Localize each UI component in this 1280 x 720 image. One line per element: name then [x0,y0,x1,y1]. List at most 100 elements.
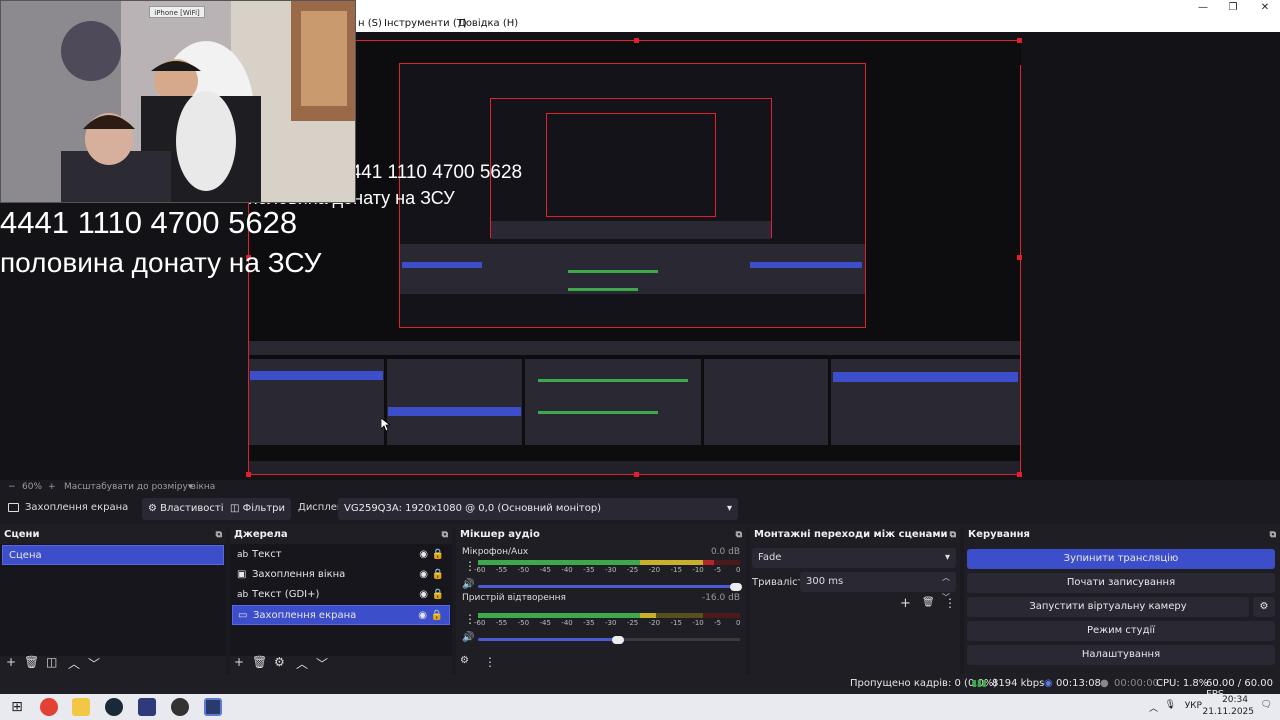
app-icon[interactable] [138,698,156,716]
meter-scale-label: -30 [605,619,617,627]
gear-icon[interactable]: ⚙ [274,655,285,669]
clock-date[interactable]: 21.11.2025 [1202,707,1254,717]
sources-list[interactable]: ab Текст ◉ 🔒 ▣ Захоплення вікна ◉ 🔒 ab Т… [230,544,452,656]
scenes-list[interactable]: Сцена [0,544,226,656]
steam-icon[interactable] [105,698,123,716]
notification-icon[interactable]: 🗨 [1261,700,1272,710]
meter-scale-label: -50 [517,566,530,574]
add-transition-icon[interactable]: + [900,596,911,611]
lock-icon[interactable]: 🔒 [432,545,444,565]
volume-slider-thumb[interactable] [730,583,742,591]
speaker-icon[interactable]: 🔊 [462,579,474,590]
more-icon[interactable]: ⋮ [944,596,956,610]
eye-icon[interactable]: ◉ [419,545,428,565]
source-toolbar: Захоплення екрана ⚙ Властивості ◫ Фільтр… [0,494,1280,524]
stop-stream-button[interactable]: Зупинити трансляцію [967,549,1275,569]
cursor-icon [381,418,391,432]
menu-item-scenes[interactable]: н (S) [358,18,382,29]
volume-slider-track[interactable] [622,638,740,641]
undock-icon[interactable]: ⧉ [1270,528,1276,542]
filter-icon: ◫ [230,503,240,514]
eye-icon[interactable]: ◉ [419,565,428,585]
trash-icon[interactable]: 🗑 [252,655,267,669]
channel-menu-icon[interactable]: ⋮ [464,559,476,573]
source-item-screen[interactable]: ▭ Захоплення екрана ◉ 🔒 [232,605,450,625]
filter-icon[interactable]: ◫ [46,655,57,669]
trash-icon[interactable]: 🗑 [24,655,39,669]
selected-source-name: Захоплення екрана [25,502,129,513]
lock-icon[interactable]: 🔒 [431,606,443,626]
move-up-icon[interactable]: ︿ [296,655,308,672]
eye-icon[interactable]: ◉ [418,606,427,626]
duration-input[interactable]: 300 ms ︿ ﹀ [800,572,956,602]
meter-level [478,613,641,618]
transition-select[interactable]: Fade ▾ [752,548,956,568]
undock-icon[interactable]: ⧉ [950,528,956,542]
clock-time[interactable]: 20:34 [1222,695,1248,705]
undock-icon[interactable]: ⧉ [736,528,742,542]
lock-icon[interactable]: 🔒 [432,585,444,605]
meter-level [703,560,714,565]
filters-button[interactable]: ◫ Фільтри [224,498,291,520]
start-virtual-camera-button[interactable]: Запустити віртуальну камеру [967,597,1249,617]
volume-slider-thumb[interactable] [612,636,625,644]
source-item-gdi-text[interactable]: ab Текст (GDI+) ◉ 🔒 [232,585,450,605]
meter-scale-label: 0 [736,566,741,574]
source-item-text[interactable]: ab Текст ◉ 🔒 [232,545,450,565]
channel-menu-icon[interactable]: ⋮ [464,612,476,626]
microphone-icon[interactable]: 🎙 [1165,700,1176,710]
status-bar: Пропущено кадрів: 0 (0.0%) ▮▮▮ 8194 kbps… [0,674,1280,700]
trash-icon[interactable]: 🗑 [922,597,935,608]
maximize-icon[interactable]: ❐ [1218,0,1248,16]
menu-item-help[interactable]: Довідка (H) [458,18,518,29]
studio-mode-button[interactable]: Режим студії [967,621,1275,641]
meter-scale-label: -5 [714,566,722,574]
volume-slider[interactable] [478,585,740,588]
card-number-text: 4441 1110 4700 5628 [0,205,298,240]
zoom-dropdown-icon[interactable]: ▾ [188,482,193,492]
undock-icon[interactable]: ⧉ [216,528,222,542]
menu-item-tools[interactable]: Інструменти (T) [384,18,467,29]
move-down-icon[interactable]: ﹀ [316,655,328,672]
eye-icon[interactable]: ◉ [419,585,428,605]
webcam-source: iPhone [WiFi] [0,0,356,203]
more-icon[interactable]: ⋮ [484,655,496,669]
move-down-icon[interactable]: ﹀ [88,655,100,672]
zoom-out-button[interactable]: − [8,482,16,492]
undock-icon[interactable]: ⧉ [442,528,448,542]
transitions-body: Fade ▾ Тривалість 300 ms ︿ ﹀ + 🗑 ⋮ [750,544,960,656]
display-select[interactable]: VG259Q3A: 1920x1080 @ 0,0 (Основний моні… [338,498,738,520]
zoom-bar: − 60% + Масштабувати до розміру вікна ▾ [0,480,1280,494]
nested-card-number-1: 4441 1110 4700 5628 [340,162,523,183]
gear-icon[interactable]: ⚙ [1253,597,1275,617]
volume-slider[interactable] [478,638,623,641]
start-recording-button[interactable]: Почати записування [967,573,1275,593]
mixer-title: Мікшер аудіо ⧉ [456,528,746,542]
scene-item[interactable]: Сцена [2,545,224,565]
obs-app-icon[interactable] [171,698,189,716]
add-source-icon[interactable]: + [234,655,244,669]
add-scene-icon[interactable]: + [6,655,16,669]
move-up-icon[interactable]: ︿ [68,655,80,672]
meter-scale-label: -20 [648,619,661,627]
chrome-icon[interactable] [40,698,58,716]
file-explorer-icon[interactable] [72,698,90,716]
source-item-window[interactable]: ▣ Захоплення вікна ◉ 🔒 [232,565,450,585]
settings-button[interactable]: Налаштування [967,645,1275,665]
speaker-icon[interactable]: 🔊 [462,632,474,643]
chevron-up-icon[interactable]: ︿ [1149,701,1158,714]
meter-scale-label: -45 [539,619,551,627]
preview-canvas[interactable] [246,38,1022,477]
language-indicator[interactable]: УКР [1185,701,1202,711]
minimize-icon[interactable]: — [1188,0,1218,16]
lock-icon[interactable]: 🔒 [432,565,444,585]
mixer-settings-icon[interactable]: ⚙ [460,655,469,666]
close-icon[interactable]: ✕ [1250,0,1280,16]
meter-scale-label: -5 [714,619,722,627]
windows-start-icon[interactable]: ⊞ [8,698,26,716]
meter-scale-label: -45 [539,566,551,574]
zoom-in-button[interactable]: + [48,482,56,492]
obs-active-icon[interactable] [204,698,222,716]
meter-scale-label: -40 [561,619,573,627]
properties-button[interactable]: ⚙ Властивості [142,498,230,520]
